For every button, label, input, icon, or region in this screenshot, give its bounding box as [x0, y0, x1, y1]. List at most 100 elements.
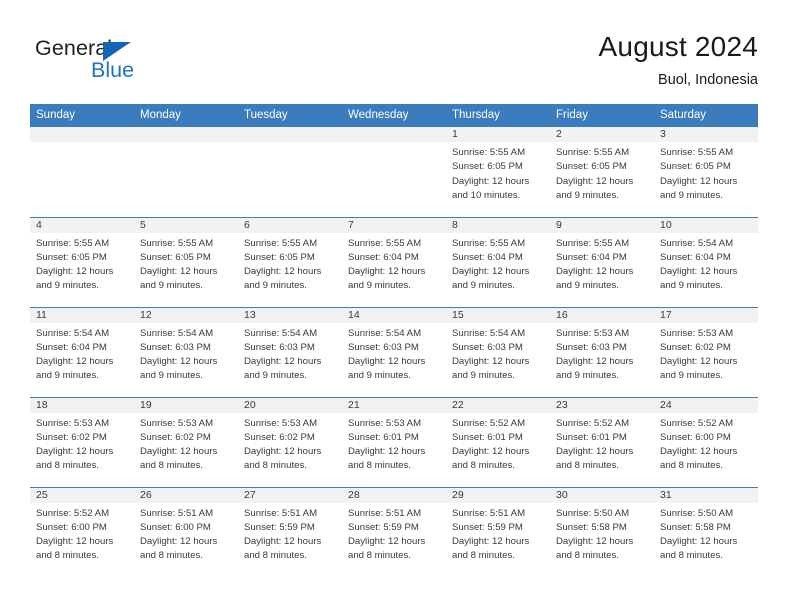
- day-number: 18: [30, 397, 134, 413]
- daylight-duration-line2: and 9 minutes.: [348, 370, 411, 382]
- calendar-day-cell[interactable]: 24 Sunrise: 5:52 AM Sunset: 6:00 PM Dayligh…: [654, 397, 758, 488]
- day-details: Sunrise: 5:55 AM Sunset: 6:05 PM Daylight:…: [446, 142, 550, 203]
- calendar-day-cell[interactable]: 11 Sunrise: 5:54 AM Sunset: 6:04 PM Dayligh…: [30, 307, 134, 398]
- calendar-day-cell[interactable]: 16 Sunrise: 5:53 AM Sunset: 6:03 PM Dayligh…: [550, 307, 654, 398]
- sunset-time: Sunset: 6:03 PM: [452, 341, 523, 353]
- calendar-day-cell[interactable]: 20 Sunrise: 5:53 AM Sunset: 6:02 PM Dayligh…: [238, 397, 342, 488]
- sunrise-time: Sunrise: 5:54 AM: [36, 327, 110, 339]
- day-number: 4: [30, 217, 134, 233]
- daylight-duration-line1: Daylight: 12 hours: [36, 536, 114, 548]
- calendar-day-cell[interactable]: 30 Sunrise: 5:50 AM Sunset: 5:58 PM Dayligh…: [550, 487, 654, 577]
- sunrise-time: Sunrise: 5:54 AM: [348, 327, 422, 339]
- weekday-header-monday: Monday: [134, 104, 238, 127]
- calendar-day-cell[interactable]: 2 Sunrise: 5:55 AM Sunset: 6:05 PM Daylight…: [550, 127, 654, 218]
- daylight-duration-line2: and 8 minutes.: [36, 550, 99, 562]
- daylight-duration-line1: Daylight: 12 hours: [140, 536, 218, 548]
- sunrise-time: Sunrise: 5:50 AM: [660, 507, 734, 519]
- day-details: Sunrise: 5:55 AM Sunset: 6:05 PM Daylight:…: [550, 142, 654, 203]
- daylight-duration-line1: Daylight: 12 hours: [452, 536, 530, 548]
- daylight-duration-line2: and 9 minutes.: [452, 370, 515, 382]
- day-number: 13: [238, 307, 342, 323]
- calendar-day-cell[interactable]: 28 Sunrise: 5:51 AM Sunset: 5:59 PM Dayligh…: [342, 487, 446, 577]
- daylight-duration-line1: Daylight: 12 hours: [556, 175, 634, 187]
- day-details: Sunrise: 5:52 AM Sunset: 6:00 PM Daylight:…: [30, 503, 134, 564]
- calendar-day-cell[interactable]: 1 Sunrise: 5:55 AM Sunset: 6:05 PM Daylight…: [446, 127, 550, 218]
- day-number: 5: [134, 217, 238, 233]
- sunrise-time: Sunrise: 5:55 AM: [660, 147, 734, 158]
- calendar-day-cell[interactable]: 9 Sunrise: 5:55 AM Sunset: 6:04 PM Daylight…: [550, 217, 654, 308]
- sunset-time: Sunset: 6:01 PM: [556, 431, 627, 443]
- sunrise-time: Sunrise: 5:54 AM: [140, 327, 214, 339]
- day-number: 1: [446, 127, 550, 142]
- day-details: Sunrise: 5:55 AM Sunset: 6:05 PM Daylight:…: [238, 233, 342, 294]
- calendar-day-cell[interactable]: 29 Sunrise: 5:51 AM Sunset: 5:59 PM Dayligh…: [446, 487, 550, 577]
- sunset-time: Sunset: 5:58 PM: [660, 521, 731, 533]
- weekday-header-thursday: Thursday: [446, 104, 550, 127]
- day-number: 23: [550, 397, 654, 413]
- day-details: Sunrise: 5:54 AM Sunset: 6:03 PM Daylight:…: [342, 323, 446, 384]
- day-details: Sunrise: 5:53 AM Sunset: 6:02 PM Daylight:…: [238, 413, 342, 474]
- day-number: 14: [342, 307, 446, 323]
- calendar-day-cell[interactable]: 15 Sunrise: 5:54 AM Sunset: 6:03 PM Dayligh…: [446, 307, 550, 398]
- daylight-duration-line2: and 9 minutes.: [140, 370, 203, 382]
- calendar-day-cell[interactable]: 3 Sunrise: 5:55 AM Sunset: 6:05 PM Daylight…: [654, 127, 758, 218]
- calendar-day-cell[interactable]: 6 Sunrise: 5:55 AM Sunset: 6:05 PM Daylight…: [238, 217, 342, 308]
- day-number: 2: [550, 127, 654, 142]
- daylight-duration-line1: Daylight: 12 hours: [556, 536, 634, 548]
- day-number: 21: [342, 397, 446, 413]
- calendar-week-row: 18 Sunrise: 5:53 AM Sunset: 6:02 PM Dayligh…: [30, 397, 758, 488]
- calendar-day-cell[interactable]: 19 Sunrise: 5:53 AM Sunset: 6:02 PM Dayligh…: [134, 397, 238, 488]
- weekday-header-wednesday: Wednesday: [342, 104, 446, 127]
- sunrise-time: Sunrise: 5:55 AM: [140, 237, 214, 249]
- sunrise-time: Sunrise: 5:53 AM: [660, 327, 734, 339]
- calendar-day-cell[interactable]: 18 Sunrise: 5:53 AM Sunset: 6:02 PM Dayligh…: [30, 397, 134, 488]
- daylight-duration-line2: and 8 minutes.: [348, 550, 411, 562]
- calendar-cell-empty: [30, 127, 134, 218]
- day-number: 17: [654, 307, 758, 323]
- calendar-day-cell[interactable]: 4 Sunrise: 5:55 AM Sunset: 6:05 PM Daylight…: [30, 217, 134, 308]
- calendar-week-row: 11 Sunrise: 5:54 AM Sunset: 6:04 PM Dayligh…: [30, 307, 758, 398]
- sunrise-time: Sunrise: 5:54 AM: [660, 237, 734, 249]
- daylight-duration-line1: Daylight: 12 hours: [556, 446, 634, 458]
- calendar-day-cell[interactable]: 7 Sunrise: 5:55 AM Sunset: 6:04 PM Daylight…: [342, 217, 446, 308]
- day-number: 9: [550, 217, 654, 233]
- daylight-duration-line2: and 9 minutes.: [556, 370, 619, 382]
- calendar-day-cell[interactable]: 5 Sunrise: 5:55 AM Sunset: 6:05 PM Daylight…: [134, 217, 238, 308]
- sunrise-time: Sunrise: 5:55 AM: [556, 147, 630, 158]
- calendar-day-cell[interactable]: 13 Sunrise: 5:54 AM Sunset: 6:03 PM Dayligh…: [238, 307, 342, 398]
- weekday-header-friday: Friday: [550, 104, 654, 127]
- calendar-day-cell[interactable]: 17 Sunrise: 5:53 AM Sunset: 6:02 PM Dayligh…: [654, 307, 758, 398]
- day-number: 10: [654, 217, 758, 233]
- calendar-day-cell[interactable]: 14 Sunrise: 5:54 AM Sunset: 6:03 PM Dayligh…: [342, 307, 446, 398]
- calendar-day-cell[interactable]: 8 Sunrise: 5:55 AM Sunset: 6:04 PM Daylight…: [446, 217, 550, 308]
- calendar-day-cell[interactable]: 25 Sunrise: 5:52 AM Sunset: 6:00 PM Dayligh…: [30, 487, 134, 577]
- daylight-duration-line1: Daylight: 12 hours: [348, 446, 426, 458]
- day-number: [30, 127, 134, 142]
- daylight-duration-line1: Daylight: 12 hours: [348, 536, 426, 548]
- day-details: Sunrise: 5:53 AM Sunset: 6:02 PM Daylight:…: [134, 413, 238, 474]
- daylight-duration-line1: Daylight: 12 hours: [36, 266, 114, 278]
- day-details: Sunrise: 5:55 AM Sunset: 6:04 PM Daylight:…: [342, 233, 446, 294]
- calendar-day-cell[interactable]: 22 Sunrise: 5:52 AM Sunset: 6:01 PM Dayligh…: [446, 397, 550, 488]
- day-details: Sunrise: 5:52 AM Sunset: 6:01 PM Daylight:…: [550, 413, 654, 474]
- calendar-day-cell[interactable]: 26 Sunrise: 5:51 AM Sunset: 6:00 PM Dayligh…: [134, 487, 238, 577]
- calendar-day-cell[interactable]: 12 Sunrise: 5:54 AM Sunset: 6:03 PM Dayligh…: [134, 307, 238, 398]
- calendar-page: General Blue August 2024 Buol, Indonesia…: [0, 0, 792, 612]
- sunset-time: Sunset: 6:03 PM: [140, 341, 211, 353]
- calendar-day-cell[interactable]: 10 Sunrise: 5:54 AM Sunset: 6:04 PM Dayligh…: [654, 217, 758, 308]
- day-details: Sunrise: 5:54 AM Sunset: 6:03 PM Daylight:…: [134, 323, 238, 384]
- daylight-duration-line1: Daylight: 12 hours: [244, 536, 322, 548]
- sunset-time: Sunset: 6:01 PM: [348, 431, 419, 443]
- daylight-duration-line1: Daylight: 12 hours: [556, 266, 634, 278]
- daylight-duration-line2: and 8 minutes.: [348, 460, 411, 472]
- sunset-time: Sunset: 6:05 PM: [140, 251, 211, 263]
- sunset-time: Sunset: 6:04 PM: [452, 251, 523, 263]
- calendar-day-cell[interactable]: 23 Sunrise: 5:52 AM Sunset: 6:01 PM Dayligh…: [550, 397, 654, 488]
- day-details: Sunrise: 5:54 AM Sunset: 6:04 PM Daylight:…: [30, 323, 134, 384]
- sunrise-time: Sunrise: 5:55 AM: [36, 237, 110, 249]
- general-blue-logo[interactable]: General Blue: [35, 36, 265, 92]
- calendar-day-cell[interactable]: 31 Sunrise: 5:50 AM Sunset: 5:58 PM Dayligh…: [654, 487, 758, 577]
- calendar-day-cell[interactable]: 27 Sunrise: 5:51 AM Sunset: 5:59 PM Dayligh…: [238, 487, 342, 577]
- calendar-day-cell[interactable]: 21 Sunrise: 5:53 AM Sunset: 6:01 PM Dayligh…: [342, 397, 446, 488]
- sunset-time: Sunset: 6:03 PM: [556, 341, 627, 353]
